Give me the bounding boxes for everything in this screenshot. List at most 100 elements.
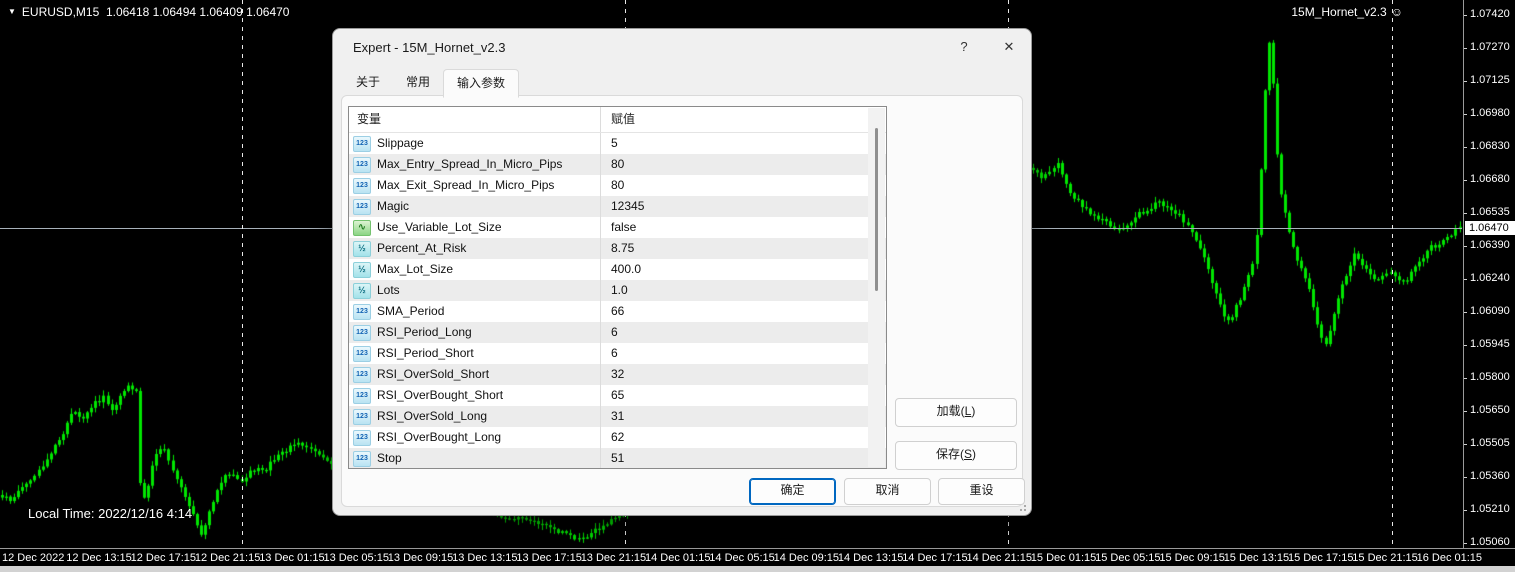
- int-type-icon: 123: [353, 345, 371, 362]
- param-value-cell[interactable]: 66: [601, 301, 886, 322]
- param-row[interactable]: ∿ Use_Variable_Lot_Size false: [349, 217, 886, 238]
- param-name-cell: ½ Lots: [349, 280, 601, 301]
- price-axis-tick: [1464, 477, 1467, 478]
- parameter-table[interactable]: 变量 赋值 123 Slippage 5 123 Max_Entry_Spread_In…: [348, 106, 887, 469]
- param-name-cell: 123 Slippage: [349, 133, 601, 154]
- time-axis-label: 15 Dec 05:15: [1095, 552, 1161, 564]
- time-axis-label: 15 Dec 09:15: [1159, 552, 1225, 564]
- load-button[interactable]: 加载(L): [895, 398, 1017, 427]
- int-type-icon: 123: [353, 450, 371, 467]
- param-row[interactable]: 123 RSI_OverBought_Short 65: [349, 385, 886, 406]
- int-type-icon: 123: [353, 135, 371, 152]
- price-axis-tick: [1464, 543, 1467, 544]
- time-axis[interactable]: 12 Dec 2022 12 Dec 13:15 12 Dec 17:15 12 De…: [0, 548, 1515, 567]
- param-row[interactable]: 123 RSI_Period_Long 6: [349, 322, 886, 343]
- param-row[interactable]: 123 SMA_Period 66: [349, 301, 886, 322]
- price-axis-label: 1.06090: [1470, 305, 1510, 317]
- price-axis-label: 1.05060: [1470, 536, 1510, 548]
- time-axis-label: 12 Dec 2022: [2, 552, 65, 564]
- time-axis-label: 14 Dec 13:15: [837, 552, 904, 564]
- param-row[interactable]: 123 Magic 12345: [349, 196, 886, 217]
- param-name: RSI_Period_Short: [377, 346, 474, 360]
- int-type-icon: 123: [353, 387, 371, 404]
- param-value-cell[interactable]: 6: [601, 343, 886, 364]
- param-row[interactable]: 123 RSI_Period_Short 6: [349, 343, 886, 364]
- time-axis-label: 15 Dec 01:15: [1030, 552, 1097, 564]
- param-row[interactable]: 123 Max_Exit_Spread_In_Micro_Pips 80: [349, 175, 886, 196]
- column-header-variable[interactable]: 变量: [349, 107, 601, 132]
- ok-button[interactable]: 确定: [749, 478, 836, 505]
- param-name: RSI_Period_Long: [377, 325, 472, 339]
- tab-common[interactable]: 常用: [393, 69, 443, 96]
- expert-settings-dialog[interactable]: Expert - 15M_Hornet_v2.3 ? ✕ 关于 常用 输入参数 变量…: [332, 28, 1032, 516]
- param-name: Lots: [377, 283, 400, 297]
- resize-grip[interactable]: [1016, 501, 1026, 511]
- price-axis-label: 1.05800: [1470, 371, 1510, 383]
- param-name: Stop: [377, 451, 402, 465]
- param-row[interactable]: 123 RSI_OverBought_Long 62: [349, 427, 886, 448]
- param-value-cell[interactable]: 80: [601, 175, 886, 196]
- param-value-cell[interactable]: 1.0: [601, 280, 886, 301]
- price-axis[interactable]: 1.06470 1.07420 1.07270 1.07125 1.06980 1.06…: [1463, 0, 1515, 548]
- price-axis-label: 1.05505: [1470, 437, 1510, 449]
- reset-button[interactable]: 重设: [938, 478, 1025, 505]
- int-type-icon: 123: [353, 198, 371, 215]
- table-scrollbar[interactable]: [868, 108, 885, 467]
- param-name-cell: ½ Percent_At_Risk: [349, 238, 601, 259]
- ea-name-label: 15M_Hornet_v2.3: [1291, 5, 1387, 19]
- price-axis-tick: [1464, 15, 1467, 16]
- param-value-cell[interactable]: 80: [601, 154, 886, 175]
- scrollbar-thumb[interactable]: [875, 128, 878, 291]
- price-axis-label: 1.06390: [1470, 239, 1510, 251]
- time-axis-label: 13 Dec 01:15: [259, 552, 325, 564]
- price-axis-label: 1.07420: [1470, 8, 1510, 20]
- param-value-cell[interactable]: 12345: [601, 196, 886, 217]
- price-axis-label: 1.05650: [1470, 404, 1510, 416]
- param-name-cell: 123 RSI_OverSold_Short: [349, 364, 601, 385]
- param-value-cell[interactable]: 8.75: [601, 238, 886, 259]
- symbol-label: EURUSD,M15: [21, 5, 100, 19]
- param-value-cell[interactable]: 31: [601, 406, 886, 427]
- help-button[interactable]: ?: [951, 35, 977, 59]
- tab-inputs[interactable]: 输入参数: [443, 69, 520, 98]
- price-axis-tick: [1464, 213, 1467, 214]
- param-value-cell[interactable]: false: [601, 217, 886, 238]
- param-value-cell[interactable]: 32: [601, 364, 886, 385]
- price-axis-label: 1.06830: [1470, 140, 1510, 152]
- time-axis-label: 13 Dec 09:15: [387, 552, 454, 564]
- param-row[interactable]: 123 RSI_OverSold_Short 32: [349, 364, 886, 385]
- symbol-dropdown-icon[interactable]: ▼: [8, 7, 16, 16]
- param-row[interactable]: ½ Max_Lot_Size 400.0: [349, 259, 886, 280]
- param-row[interactable]: 123 Max_Entry_Spread_In_Micro_Pips 80: [349, 154, 886, 175]
- time-axis-label: 16 Dec 01:15: [1416, 552, 1483, 564]
- price-axis-label: 1.06680: [1470, 173, 1510, 185]
- save-button[interactable]: 保存(S): [895, 441, 1017, 470]
- param-value-cell[interactable]: 51: [601, 448, 886, 468]
- close-icon[interactable]: ✕: [993, 35, 1025, 59]
- day-separator-line: [242, 0, 243, 548]
- param-name-cell: 123 RSI_OverSold_Long: [349, 406, 601, 427]
- time-axis-label: 14 Dec 05:15: [709, 552, 775, 564]
- local-time-label: Local Time: 2022/12/16 4:14: [28, 506, 193, 521]
- price-axis-label: 1.05210: [1470, 503, 1510, 515]
- param-name-cell: 123 Max_Exit_Spread_In_Micro_Pips: [349, 175, 601, 196]
- param-value-cell[interactable]: 62: [601, 427, 886, 448]
- current-price-tag: 1.06470: [1465, 221, 1515, 235]
- price-axis-label: 1.06240: [1470, 272, 1510, 284]
- param-row[interactable]: 123 Stop 51: [349, 448, 886, 468]
- tab-about[interactable]: 关于: [343, 69, 393, 96]
- param-name-cell: 123 RSI_OverBought_Long: [349, 427, 601, 448]
- cancel-button[interactable]: 取消: [844, 478, 931, 505]
- param-name-cell: 123 RSI_Period_Short: [349, 343, 601, 364]
- param-value-cell[interactable]: 400.0: [601, 259, 886, 280]
- param-row[interactable]: ½ Lots 1.0: [349, 280, 886, 301]
- param-value-cell[interactable]: 6: [601, 322, 886, 343]
- param-row[interactable]: 123 Slippage 5: [349, 133, 886, 154]
- param-row[interactable]: 123 RSI_OverSold_Long 31: [349, 406, 886, 427]
- price-axis-label: 1.06535: [1470, 206, 1510, 218]
- column-header-value[interactable]: 赋值: [601, 107, 886, 132]
- price-axis-tick: [1464, 147, 1467, 148]
- param-row[interactable]: ½ Percent_At_Risk 8.75: [349, 238, 886, 259]
- param-value-cell[interactable]: 5: [601, 133, 886, 154]
- param-value-cell[interactable]: 65: [601, 385, 886, 406]
